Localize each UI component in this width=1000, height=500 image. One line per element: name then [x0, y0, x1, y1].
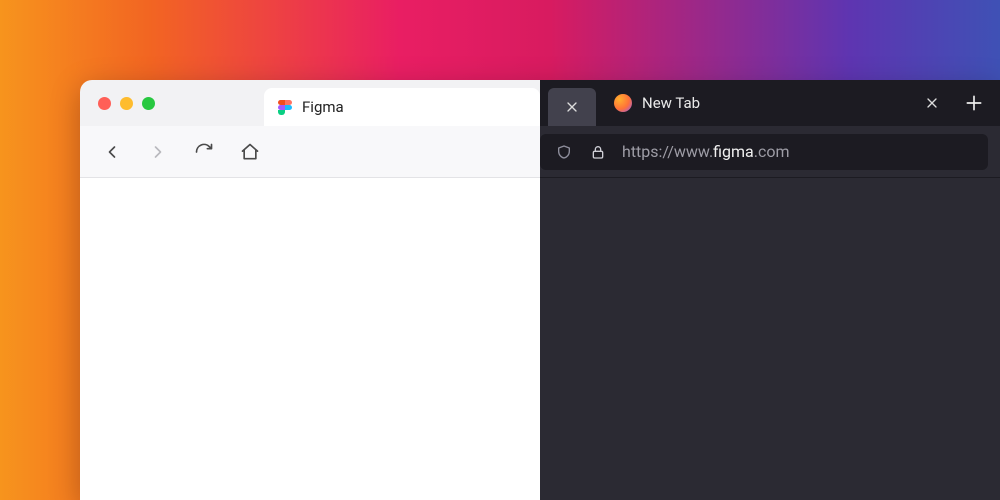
back-icon[interactable] — [102, 142, 122, 162]
url-suffix: .com — [754, 142, 790, 161]
page-content-dark — [540, 178, 1000, 500]
tab-title: Figma — [302, 98, 344, 116]
url-text: https://www.figma.com — [622, 142, 790, 161]
tab-new-tab[interactable]: New Tab — [596, 80, 950, 126]
tab-bar-light: Figma — [80, 80, 540, 126]
minimize-window-button[interactable] — [120, 97, 133, 110]
window-controls — [98, 97, 155, 110]
close-window-button[interactable] — [98, 97, 111, 110]
tab-active-dark[interactable] — [548, 88, 596, 126]
lock-icon — [588, 142, 608, 162]
nav-toolbar-dark: https://www.figma.com — [540, 126, 1000, 178]
light-theme-pane: Figma — [80, 80, 540, 500]
new-tab-button[interactable] — [964, 93, 984, 113]
tab-title: New Tab — [642, 94, 700, 112]
dark-theme-pane: New Tab https://www.figma.com — [540, 80, 1000, 500]
nav-toolbar-light — [80, 126, 540, 178]
tab-figma[interactable]: Figma — [264, 88, 540, 126]
maximize-window-button[interactable] — [142, 97, 155, 110]
firefox-icon — [614, 94, 632, 112]
url-prefix: https://www. — [622, 142, 713, 161]
close-tab-icon[interactable] — [562, 97, 582, 117]
address-bar[interactable]: https://www.figma.com — [540, 134, 988, 170]
page-content-light — [80, 178, 540, 500]
home-icon[interactable] — [240, 142, 260, 162]
shield-icon — [554, 142, 574, 162]
figma-icon — [278, 100, 292, 115]
forward-icon[interactable] — [148, 142, 168, 162]
url-host: figma — [713, 142, 754, 161]
reload-icon[interactable] — [194, 142, 214, 162]
close-tab-icon[interactable] — [922, 93, 942, 113]
browser-window: Figma — [80, 80, 1000, 500]
tab-bar-dark: New Tab — [540, 80, 1000, 126]
